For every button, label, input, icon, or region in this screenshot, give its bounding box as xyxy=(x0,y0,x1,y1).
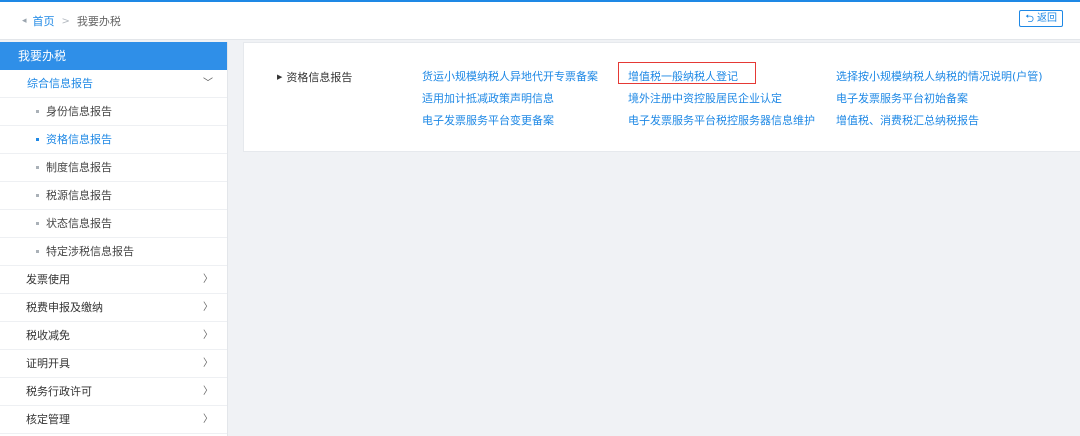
sidebar-group-certificate[interactable]: 证明开具 〉 xyxy=(0,350,227,378)
sidebar-item-label: 身份信息报告 xyxy=(46,105,112,118)
chevron-right-icon: 〉 xyxy=(203,386,213,397)
breadcrumb-separator: > xyxy=(61,15,70,27)
sidebar-group-tax-relief[interactable]: 税收减免 〉 xyxy=(0,322,227,350)
sidebar-item-identity-report[interactable]: 身份信息报告 xyxy=(0,98,227,126)
home-icon: ◂ xyxy=(22,16,27,26)
sidebar-section-label: 综合信息报告 xyxy=(27,77,93,90)
return-arrow-icon: ⮌ xyxy=(1025,12,1034,25)
service-link[interactable]: 电子发票服务平台初始备案 xyxy=(836,90,968,106)
service-link[interactable]: 电子发票服务平台变更备案 xyxy=(422,112,554,128)
sidebar-group-tax-filing[interactable]: 税费申报及缴纳 〉 xyxy=(0,294,227,322)
sidebar-group-label: 税务行政许可 xyxy=(26,385,92,398)
bullet-icon xyxy=(36,250,39,253)
breadcrumb-current: 我要办税 xyxy=(76,15,121,28)
sidebar-group-label: 税收减免 xyxy=(26,329,70,342)
sidebar-group-label: 证明开具 xyxy=(26,357,70,370)
sidebar-item-label: 制度信息报告 xyxy=(46,161,112,174)
sidebar-item-label: 税源信息报告 xyxy=(46,189,112,202)
sidebar-item-status-report[interactable]: 状态信息报告 xyxy=(0,210,227,238)
sidebar-group-label: 发票使用 xyxy=(26,273,70,286)
chevron-right-icon: 〉 xyxy=(203,358,213,369)
sidebar-group-invoice-use[interactable]: 发票使用 〉 xyxy=(0,266,227,294)
service-link[interactable]: 增值税、消费税汇总纳税报告 xyxy=(836,112,979,128)
sidebar-item-label: 特定涉税信息报告 xyxy=(46,245,134,258)
category-title: 资格信息报告 xyxy=(286,71,353,84)
chevron-right-icon: 〉 xyxy=(203,330,213,341)
chevron-right-icon: 〉 xyxy=(203,302,213,313)
service-link[interactable]: 境外注册中资控股居民企业认定 xyxy=(628,90,782,106)
back-button-label: 返回 xyxy=(1037,13,1057,24)
sidebar-group-label: 核定管理 xyxy=(26,413,70,426)
bullet-icon xyxy=(36,110,39,113)
service-link[interactable]: 适用加计抵减政策声明信息 xyxy=(422,90,554,106)
service-link-general-taxpayer-registration[interactable]: 增值税一般纳税人登记 xyxy=(628,68,738,84)
chevron-right-icon: 〉 xyxy=(203,274,213,285)
sidebar-item-label: 状态信息报告 xyxy=(46,217,112,230)
sidebar-item-qualification-report[interactable]: 资格信息报告 xyxy=(0,126,227,154)
sidebar-group-admin-license[interactable]: 税务行政许可 〉 xyxy=(0,378,227,406)
bullet-icon xyxy=(36,138,39,141)
triangle-right-icon: ▶ xyxy=(277,73,283,81)
services-panel: ▶ 资格信息报告 货运小规模纳税人异地代开专票备案 增值税一般纳税人登记 选择按… xyxy=(243,42,1080,152)
service-link[interactable]: 电子发票服务平台税控服务器信息维护 xyxy=(628,112,815,128)
sidebar-group-label: 税费申报及缴纳 xyxy=(26,301,103,314)
sidebar-item-tax-source-report[interactable]: 税源信息报告 xyxy=(0,182,227,210)
back-button[interactable]: ⮌ 返回 xyxy=(1019,10,1063,27)
header-bar: ◂ 首页 > 我要办税 ⮌ 返回 xyxy=(0,2,1080,40)
chevron-right-icon: 〉 xyxy=(203,414,213,425)
breadcrumb: ◂ 首页 > 我要办税 xyxy=(22,13,121,29)
sidebar-item-label: 资格信息报告 xyxy=(46,133,112,146)
bullet-icon xyxy=(36,166,39,169)
bullet-icon xyxy=(36,222,39,225)
sidebar-section-comprehensive-report[interactable]: 综合信息报告 ﹀ xyxy=(0,70,227,98)
category-label: ▶ 资格信息报告 xyxy=(277,69,352,85)
service-link[interactable]: 货运小规模纳税人异地代开专票备案 xyxy=(422,68,598,84)
sidebar-item-specific-tax-report[interactable]: 特定涉税信息报告 xyxy=(0,238,227,266)
bullet-icon xyxy=(36,194,39,197)
sidebar-group-assessment[interactable]: 核定管理 〉 xyxy=(0,406,227,434)
sidebar-title: 我要办税 xyxy=(0,42,227,70)
chevron-down-icon: ﹀ xyxy=(203,78,213,89)
sidebar: 我要办税 综合信息报告 ﹀ 身份信息报告 资格信息报告 制度信息报告 税源信息报… xyxy=(0,42,228,436)
sidebar-item-system-report[interactable]: 制度信息报告 xyxy=(0,154,227,182)
breadcrumb-home-link[interactable]: 首页 xyxy=(33,13,55,29)
service-link[interactable]: 选择按小规模纳税人纳税的情况说明(户管) xyxy=(836,68,1043,84)
